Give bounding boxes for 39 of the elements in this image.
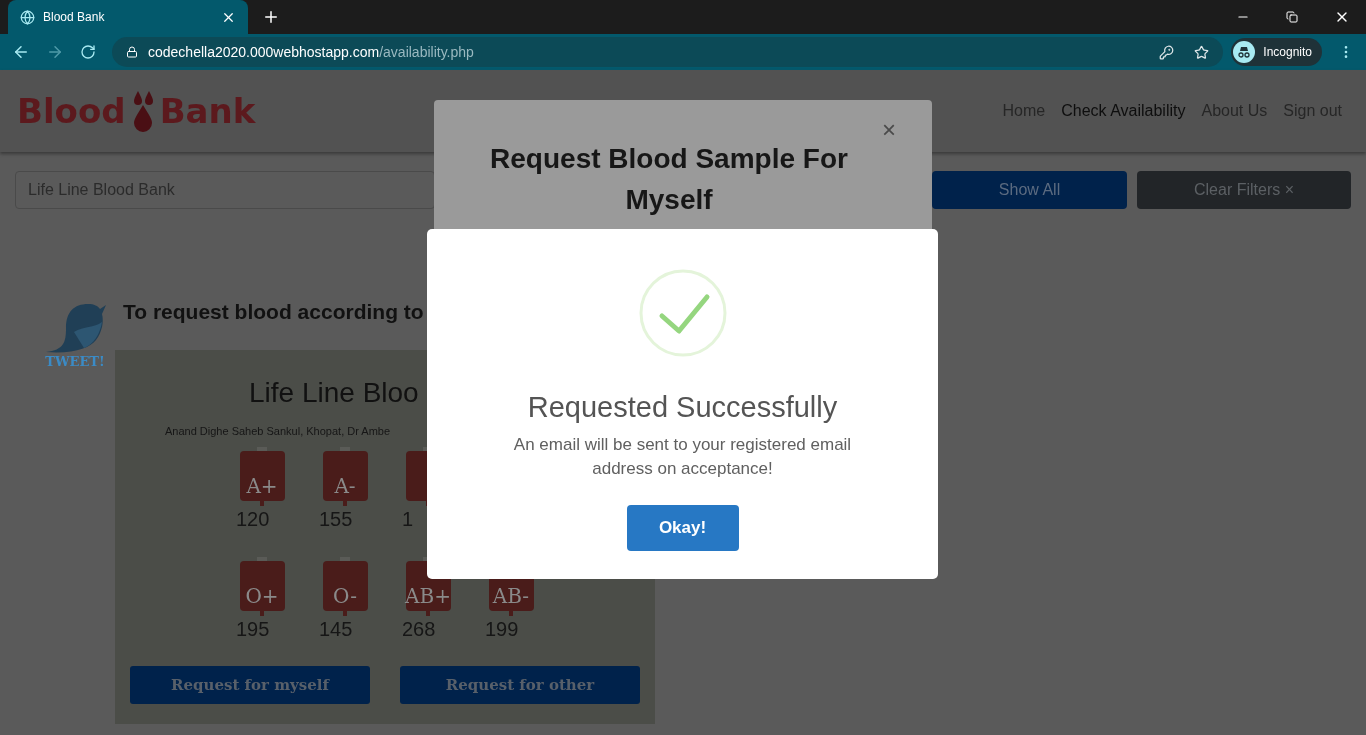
tweet-badge[interactable]: TWEET! [40, 293, 110, 724]
lock-icon [126, 46, 138, 58]
incognito-badge[interactable]: Incognito [1231, 38, 1322, 66]
close-button[interactable]: × [882, 116, 896, 144]
address-bar[interactable]: codechella2020.000webhostapp.com/availability.php [112, 37, 1224, 67]
success-title: Requested Successfully [527, 390, 838, 425]
nav-link[interactable]: Check Availability [1061, 99, 1186, 123]
url-text: codechella2020.000webhostapp.com/availability.php [148, 42, 475, 62]
bank-name: Life Line Bloo [249, 376, 419, 410]
reload-icon[interactable] [80, 44, 96, 60]
okay-button[interactable]: Okay! [626, 505, 739, 551]
dialog-title: Request Blood Sample For Myself [489, 142, 849, 217]
incognito-icon [1233, 41, 1256, 63]
unit-count: 155 [318, 507, 353, 532]
unit-count: 1 [401, 507, 414, 532]
unit-count: 145 [318, 617, 353, 642]
blood-bag: O- [322, 557, 368, 616]
request-button[interactable]: Request for myself [130, 666, 370, 704]
unit-count: 268 [401, 617, 436, 642]
back-icon[interactable] [12, 43, 30, 61]
star-icon[interactable] [1194, 44, 1210, 60]
globe-icon [20, 9, 35, 25]
intro-heading: To request blood according to [123, 299, 425, 325]
check-circle-icon [638, 269, 727, 357]
request-button[interactable]: Request for other [400, 666, 640, 704]
browser-tab[interactable]: Blood Bank [8, 0, 248, 34]
site-logo[interactable]: Blood Bank [17, 85, 256, 137]
unit-count: 199 [484, 617, 519, 642]
unit-count: 120 [235, 507, 270, 532]
unit-count: 195 [235, 617, 270, 642]
blood-bag: A+ [239, 447, 285, 506]
blood-bag: A- [322, 447, 368, 506]
restore-icon[interactable] [1286, 11, 1298, 23]
blood-bag: O+ [239, 557, 285, 616]
success-message: An email will be sent to your registered email address on acceptance! [512, 434, 853, 480]
key-icon[interactable] [1159, 44, 1175, 60]
filter-button[interactable]: Show All [932, 171, 1127, 209]
new-tab-icon[interactable] [262, 8, 280, 26]
filter-button[interactable]: Clear Filters × [1137, 171, 1351, 209]
